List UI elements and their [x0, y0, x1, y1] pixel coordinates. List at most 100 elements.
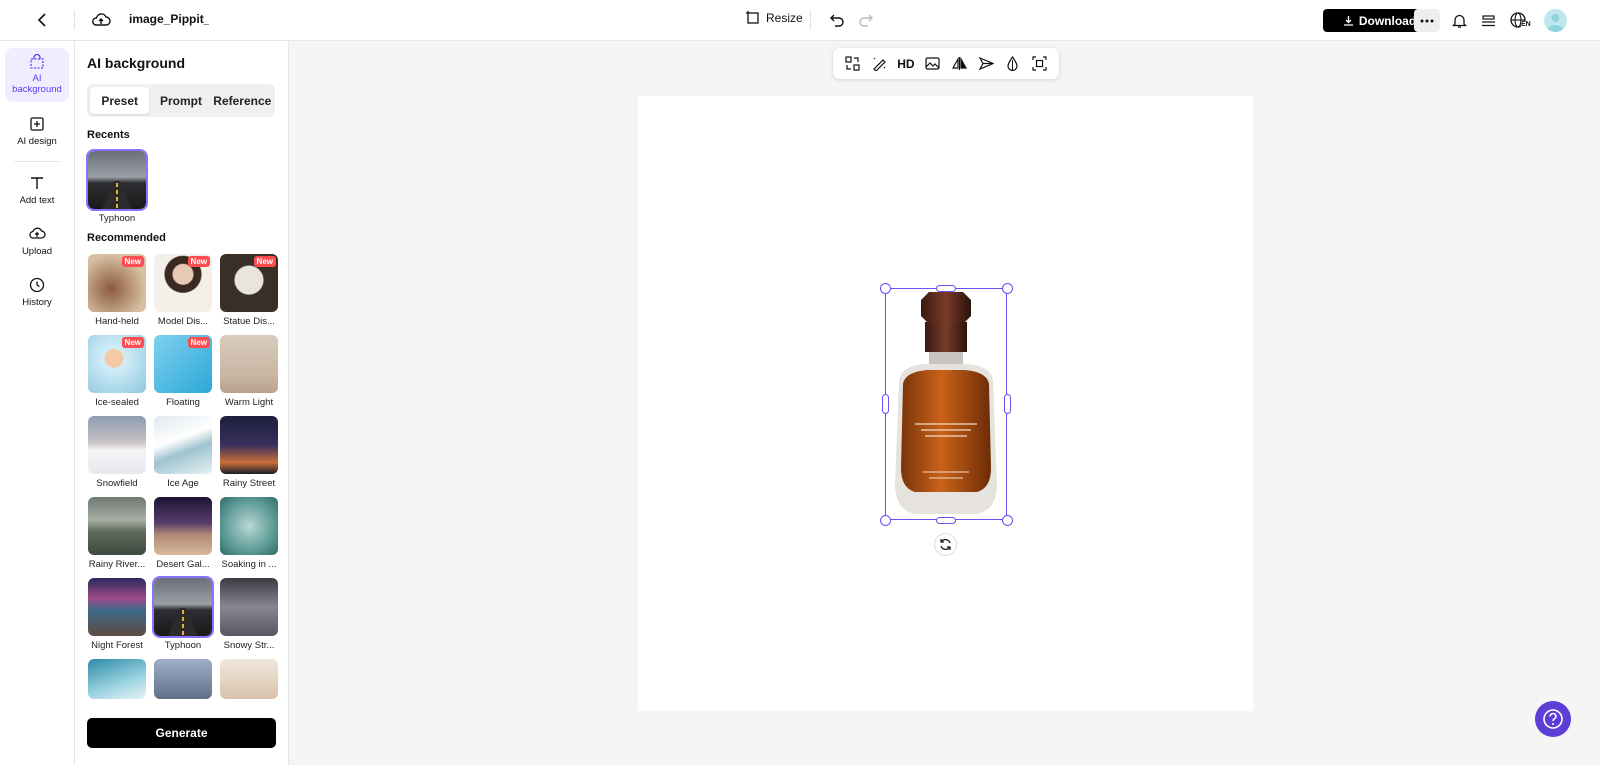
preset-model-display[interactable]: New Model Dis...	[153, 254, 213, 327]
resize-button[interactable]: Resize	[745, 10, 803, 25]
preset-label: Snowfield	[96, 478, 138, 489]
notifications-button[interactable]	[1447, 9, 1471, 32]
download-icon	[1343, 16, 1353, 26]
preset-ice-sealed[interactable]: New Ice-sealed	[87, 335, 147, 408]
tab-preset[interactable]: Preset	[90, 87, 150, 114]
undo-icon	[830, 14, 844, 27]
flip-button[interactable]	[948, 53, 970, 75]
rail-item-history[interactable]: History	[5, 277, 69, 308]
preset-warm-light[interactable]: Warm Light	[219, 335, 279, 408]
preset-thumbnail	[88, 497, 146, 555]
cloud-sync-button[interactable]	[88, 8, 114, 32]
rail-item-label: AI design	[17, 136, 57, 147]
avatar[interactable]	[1544, 9, 1567, 32]
redo-button[interactable]	[855, 8, 877, 32]
new-badge: New	[187, 337, 210, 348]
preset-ice-age[interactable]: Ice Age	[153, 416, 213, 489]
more-horizontal-icon	[1420, 19, 1434, 22]
preset-statue-display[interactable]: New Statue Dis...	[219, 254, 279, 327]
preset-label: Typhoon	[98, 213, 136, 224]
droplet-icon	[1007, 56, 1018, 71]
preset-thumbnail	[88, 416, 146, 474]
preset-snowy-street[interactable]: Snowy Str...	[219, 578, 279, 651]
preset-label: Soaking in ...	[221, 559, 277, 570]
rail-item-add-text[interactable]: Add text	[5, 175, 69, 206]
resize-handle-top-right[interactable]	[1002, 283, 1013, 294]
recent-item-typhoon[interactable]: Typhoon	[86, 149, 148, 224]
rail-item-ai-design[interactable]: AI design	[5, 116, 69, 147]
flip-icon	[951, 56, 967, 70]
help-icon	[1543, 709, 1563, 729]
redo-icon	[859, 14, 873, 27]
ai-background-panel: AI background Preset Prompt Reference Re…	[75, 41, 289, 765]
preset-rainy-riverside[interactable]: Rainy River...	[87, 497, 147, 570]
preset-floating[interactable]: New Floating	[153, 335, 213, 408]
focus-icon	[1032, 56, 1047, 71]
top-bar: image_Pippit_2( Resize Download EN	[0, 0, 1600, 41]
preset-night-forest[interactable]: Night Forest	[87, 578, 147, 651]
resize-label: Resize	[766, 10, 803, 25]
cutout-icon	[845, 56, 860, 71]
preset-partial[interactable]	[87, 659, 147, 699]
file-name[interactable]: image_Pippit_2(	[129, 12, 209, 26]
selection-box[interactable]	[885, 288, 1007, 520]
preset-label: Desert Gal...	[156, 559, 210, 570]
generate-button[interactable]: Generate	[87, 718, 276, 748]
preset-desert-galaxy[interactable]: Desert Gal...	[153, 497, 213, 570]
preset-snowfield[interactable]: Snowfield	[87, 416, 147, 489]
rail-item-label: Upload	[21, 246, 53, 257]
resize-handle-right[interactable]	[1004, 394, 1011, 414]
preset-label: Snowy Str...	[223, 640, 275, 651]
preset-label: Hand-held	[95, 316, 139, 327]
preset-label: Model Dis...	[157, 316, 209, 327]
cloud-upload-icon	[92, 13, 111, 26]
preset-hand-held[interactable]: New Hand-held	[87, 254, 147, 327]
opacity-button[interactable]	[1002, 53, 1024, 75]
preset-thumbnail: New	[88, 335, 146, 393]
back-button[interactable]	[30, 8, 56, 32]
preset-label: Warm Light	[224, 397, 274, 408]
preset-thumbnail	[154, 497, 212, 555]
undo-button[interactable]	[826, 8, 848, 32]
language-button[interactable]: EN	[1508, 9, 1534, 32]
preset-typhoon[interactable]: Typhoon	[152, 576, 214, 651]
layers-button[interactable]	[1476, 9, 1500, 32]
replace-image-button[interactable]	[922, 53, 944, 75]
rotate-handle[interactable]	[934, 533, 957, 556]
rail-item-upload[interactable]: Upload	[5, 226, 69, 257]
user-avatar-icon	[1547, 14, 1564, 32]
more-button[interactable]	[1414, 9, 1440, 32]
preset-label: Rainy River...	[88, 559, 146, 570]
preset-thumbnail: New	[154, 335, 212, 393]
preset-partial[interactable]	[219, 659, 279, 699]
clock-icon	[29, 277, 45, 293]
rail-divider	[14, 161, 60, 162]
rail-item-ai-background[interactable]: AI background	[5, 48, 69, 102]
tab-prompt[interactable]: Prompt	[151, 87, 210, 114]
resize-handle-bottom[interactable]	[936, 517, 956, 524]
preset-thumbnail	[86, 149, 148, 211]
tool-rail: AI background AI design Add text Upload …	[0, 41, 75, 765]
tab-reference[interactable]: Reference	[213, 87, 272, 114]
preset-rainy-street[interactable]: Rainy Street	[219, 416, 279, 489]
divider	[74, 10, 75, 30]
magic-eraser-button[interactable]	[868, 53, 890, 75]
resize-handle-left[interactable]	[882, 394, 889, 414]
resize-handle-top[interactable]	[936, 285, 956, 292]
help-button[interactable]	[1535, 701, 1571, 737]
preset-partial[interactable]	[153, 659, 213, 699]
recommended-heading: Recommended	[87, 232, 166, 244]
resize-handle-bottom-left[interactable]	[880, 515, 891, 526]
preset-thumbnail: New	[220, 254, 278, 312]
align-button[interactable]	[975, 53, 997, 75]
resize-handle-top-left[interactable]	[880, 283, 891, 294]
layers-icon	[1481, 14, 1495, 26]
cutout-button[interactable]	[841, 53, 863, 75]
bag-icon	[30, 54, 44, 69]
preset-soaking-in-water[interactable]: Soaking in ...	[219, 497, 279, 570]
resize-handle-bottom-right[interactable]	[1002, 515, 1013, 526]
hd-upscale-button[interactable]: HD	[895, 53, 917, 75]
crop-select-button[interactable]	[1029, 53, 1051, 75]
recents-heading: Recents	[87, 129, 130, 141]
preset-thumbnail	[88, 578, 146, 636]
